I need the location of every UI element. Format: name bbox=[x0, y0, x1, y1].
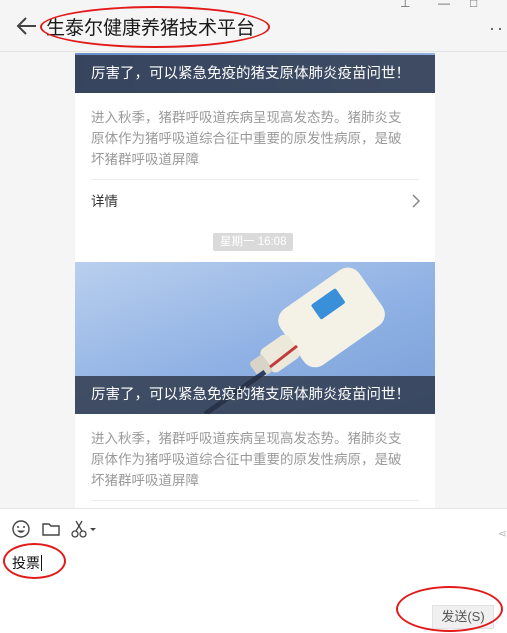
article-cover-image[interactable]: 厉害了，可以紧急免疫的猪支原体肺炎疫苗问世！ bbox=[75, 262, 435, 414]
back-arrow-icon[interactable] bbox=[16, 14, 38, 38]
article-card[interactable]: 厉害了，可以紧急免疫的猪支原体肺炎疫苗问世！ 进入秋季，猪群呼吸道疾病呈现高发态… bbox=[75, 262, 435, 508]
collapse-side-icon[interactable]: ⋖ bbox=[498, 527, 507, 540]
divider bbox=[91, 500, 419, 501]
article-title[interactable]: 厉害了，可以紧急免疫的猪支原体肺炎疫苗问世！ bbox=[75, 55, 435, 93]
article-detail-link[interactable]: 详情 bbox=[75, 180, 435, 222]
text-caret bbox=[41, 555, 42, 571]
detail-label: 详情 bbox=[91, 194, 118, 209]
title-bar: ⊥ — □ 生泰尔健康养猪技术平台 ·· bbox=[0, 0, 507, 52]
chat-area[interactable]: 厉害了，可以紧急免疫的猪支原体肺炎疫苗问世！ 进入秋季，猪群呼吸道疾病呈现高发态… bbox=[0, 53, 507, 508]
message-input[interactable]: 投票 bbox=[12, 553, 42, 573]
message-composer: ⋖ 投票 发送(S) bbox=[0, 508, 507, 633]
minimize-icon[interactable]: — bbox=[438, 0, 450, 10]
more-options-icon[interactable]: ·· bbox=[489, 18, 505, 39]
message-timestamp: 星期一 16:08 bbox=[213, 233, 294, 251]
emoji-icon[interactable] bbox=[11, 519, 31, 539]
article-summary: 进入秋季，猪群呼吸道疾病呈现高发态势。猪肺炎支 原体作为猪呼吸道综合征中重要的原… bbox=[91, 431, 402, 488]
maximize-icon[interactable]: □ bbox=[470, 0, 477, 10]
send-button[interactable]: 发送(S) bbox=[432, 605, 494, 629]
chevron-right-icon bbox=[412, 194, 421, 208]
pin-icon[interactable]: ⊥ bbox=[400, 0, 410, 10]
article-title[interactable]: 厉害了，可以紧急免疫的猪支原体肺炎疫苗问世！ bbox=[75, 376, 435, 414]
folder-icon[interactable] bbox=[41, 519, 61, 539]
article-cover-image[interactable]: 厉害了，可以紧急免疫的猪支原体肺炎疫苗问世！ bbox=[75, 53, 435, 93]
scissors-icon[interactable] bbox=[70, 519, 98, 539]
page-title: 生泰尔健康养猪技术平台 bbox=[46, 18, 256, 39]
article-summary: 进入秋季，猪群呼吸道疾病呈现高发态势。猪肺炎支 原体作为猪呼吸道综合征中重要的原… bbox=[91, 110, 402, 167]
